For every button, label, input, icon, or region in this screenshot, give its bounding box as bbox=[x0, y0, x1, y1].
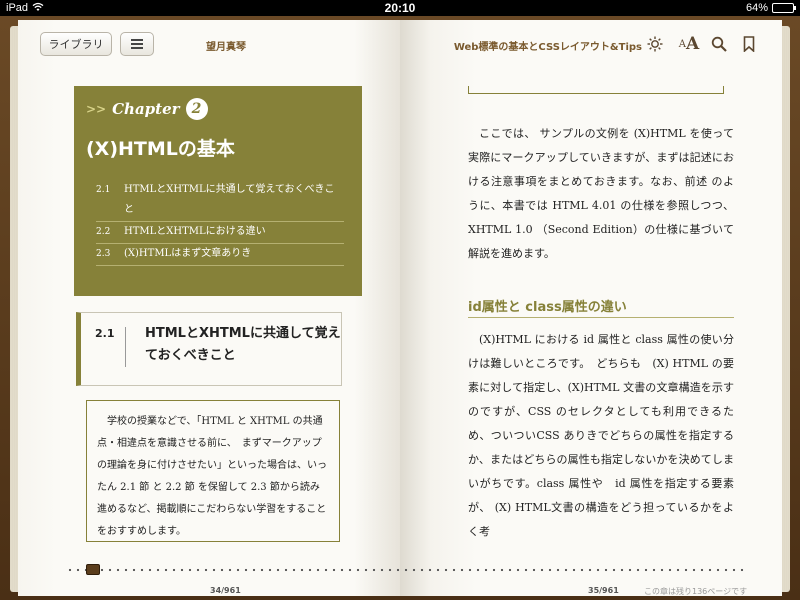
page-number-right: 35/961 bbox=[588, 586, 619, 595]
chapter-number: 2 bbox=[185, 98, 208, 120]
toc-item-text: (X)HTMLはまず文章ありき bbox=[124, 248, 252, 259]
font-small-glyph: A bbox=[678, 38, 687, 50]
body-paragraph-1: ここでは、 サンプルの文例を (X)HTML を使って実際にマークアップしていき… bbox=[468, 127, 734, 260]
toc-item-number: 2.3 bbox=[96, 249, 111, 259]
battery-icon bbox=[772, 3, 796, 13]
chapter-box: >> Chapter 2 (X)HTMLの基本 2.1 HTMLとXHTMLに共… bbox=[74, 86, 362, 296]
book-author: 望月真琴 bbox=[206, 42, 246, 53]
toc-item-text: HTMLとXHTMLにおける違い bbox=[124, 226, 266, 237]
subheading: id属性と class属性の違い bbox=[468, 296, 734, 318]
chapter-arrows: >> bbox=[86, 102, 107, 116]
font-size-icon[interactable]: AA bbox=[678, 34, 700, 54]
search-icon[interactable] bbox=[708, 34, 730, 54]
chapter-heading: >> Chapter 2 bbox=[86, 98, 208, 120]
book-title: Web標準の基本とCSSレイアウト&Tips bbox=[453, 42, 642, 53]
chapter-title: (X)HTMLの基本 bbox=[86, 138, 235, 160]
book: ライブラリ 望月真琴 >> Chapter 2 (X)HTMLの基本 2.1 H… bbox=[10, 18, 790, 596]
page-scrubber-thumb[interactable] bbox=[85, 564, 100, 575]
top-rule-divider bbox=[468, 86, 724, 94]
chapter-label: Chapter bbox=[112, 100, 180, 118]
library-button[interactable]: ライブラリ bbox=[40, 32, 112, 56]
toc-item-number: 2.2 bbox=[96, 227, 111, 237]
table-of-contents-button[interactable] bbox=[120, 32, 154, 56]
status-time: 20:10 bbox=[384, 1, 416, 15]
toc-item[interactable]: 2.2 HTMLとXHTMLにおける違い bbox=[96, 222, 344, 244]
toc-item-number: 2.1 bbox=[96, 185, 111, 195]
toc-item[interactable]: 2.1 HTMLとXHTMLに共通して覚えておくべきこと bbox=[96, 180, 344, 222]
font-big-glyph: A bbox=[686, 34, 700, 54]
body-paragraph-2: (X)HTML における id 属性と class 属性の使い分けは難しいところ… bbox=[468, 333, 734, 538]
bookmark-icon[interactable] bbox=[738, 34, 760, 54]
page-number-left: 34/961 bbox=[210, 586, 241, 595]
section-title: HTMLとXHTMLに共通して覚えておくべきこと bbox=[145, 326, 341, 363]
chapter-remaining: この章は残り136ページです bbox=[644, 587, 748, 596]
section-heading: 2.1 HTMLとXHTMLに共通して覚えておくべきこと bbox=[76, 312, 342, 386]
list-icon bbox=[131, 39, 143, 49]
toc-item-text: HTMLとXHTMLに共通して覚えておくべきこと bbox=[124, 184, 335, 215]
chapter-toc: 2.1 HTMLとXHTMLに共通して覚えておくべきこと 2.2 HTMLとXH… bbox=[96, 180, 344, 266]
intro-note: 学校の授業などで、「HTML と XHTML の共通点・相違点を意識させる前に、… bbox=[86, 400, 340, 542]
status-bar: iPad 20:10 64% bbox=[0, 0, 800, 16]
section-number: 2.1 bbox=[95, 327, 126, 367]
toc-item[interactable]: 2.3 (X)HTMLはまず文章ありき bbox=[96, 244, 344, 266]
page-scrubber[interactable] bbox=[66, 566, 748, 574]
brightness-icon[interactable] bbox=[644, 34, 666, 54]
